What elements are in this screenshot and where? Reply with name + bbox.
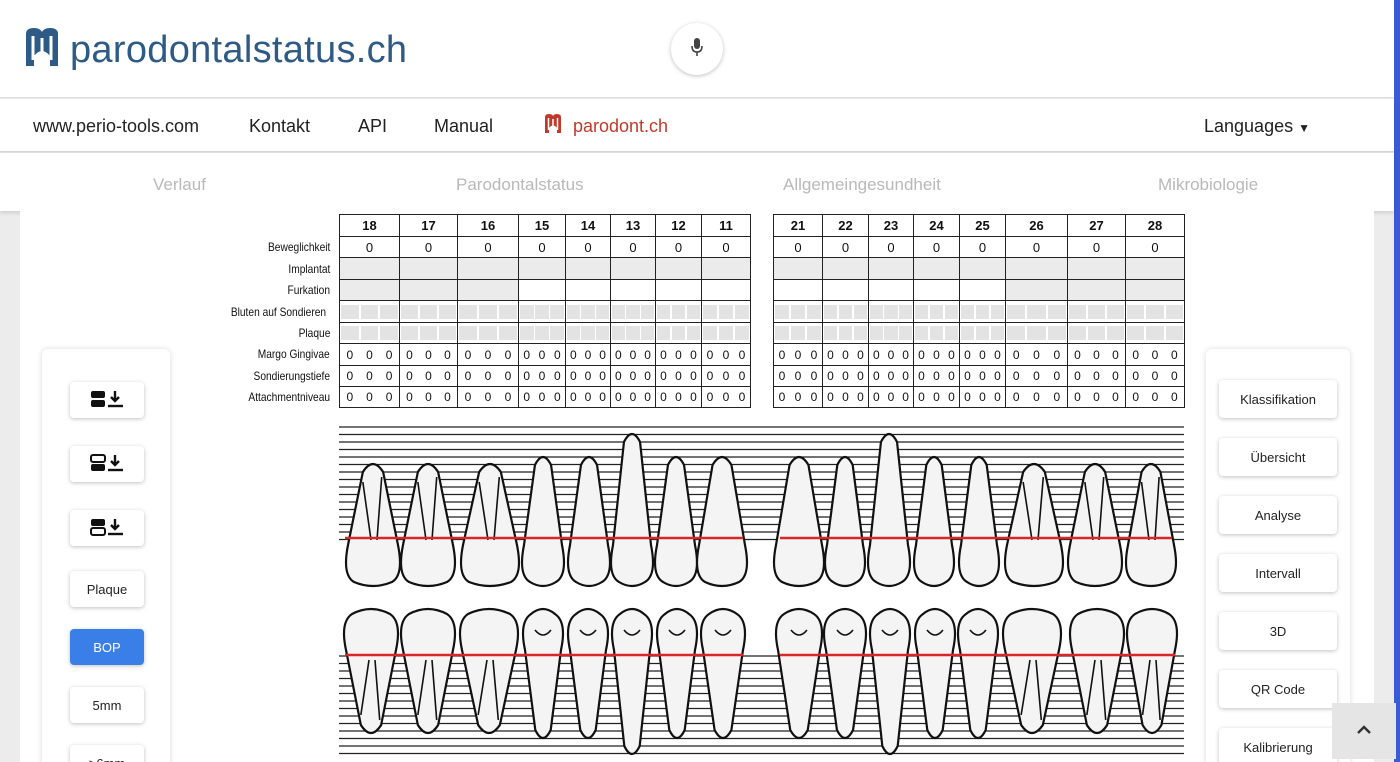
- lower-tooth: [566, 607, 610, 740]
- lower-tooth: [399, 607, 457, 735]
- upper-tooth: [957, 455, 1001, 588]
- lower-tooth: [699, 607, 747, 740]
- upper-tooth: [1124, 462, 1178, 588]
- upper-tooth: [823, 455, 867, 588]
- lower-tooth: [655, 607, 699, 740]
- lower-tooth: [868, 607, 912, 756]
- app-root: { "header": { "logo_text": "parodontalst…: [0, 0, 1400, 762]
- upper-tooth: [695, 455, 749, 588]
- lower-tooth: [956, 607, 1000, 740]
- upper-tooth: [772, 455, 826, 588]
- lower-tooth: [342, 607, 400, 735]
- lower-tooth: [774, 607, 824, 740]
- lower-tooth: [822, 607, 868, 740]
- lower-tooth: [1068, 607, 1126, 735]
- lower-tooth: [458, 607, 520, 735]
- upper-tooth: [1066, 462, 1124, 588]
- upper-tooth: [520, 455, 566, 588]
- lower-tooth: [1001, 607, 1063, 735]
- lower-tooth: [610, 607, 654, 756]
- upper-tooth: [459, 462, 521, 588]
- lower-tooth: [1125, 607, 1179, 735]
- scroll-top-button[interactable]: [1332, 703, 1396, 759]
- upper-tooth: [566, 455, 612, 588]
- upper-tooth: [912, 455, 956, 588]
- upper-tooth: [399, 462, 457, 588]
- chevron-up-icon: [1356, 722, 1372, 740]
- upper-tooth: [344, 462, 402, 588]
- lower-tooth: [913, 607, 957, 740]
- lower-tooth: [521, 607, 565, 740]
- upper-tooth: [1003, 462, 1065, 588]
- teeth-diagram[interactable]: [0, 0, 1400, 762]
- upper-tooth: [653, 455, 699, 588]
